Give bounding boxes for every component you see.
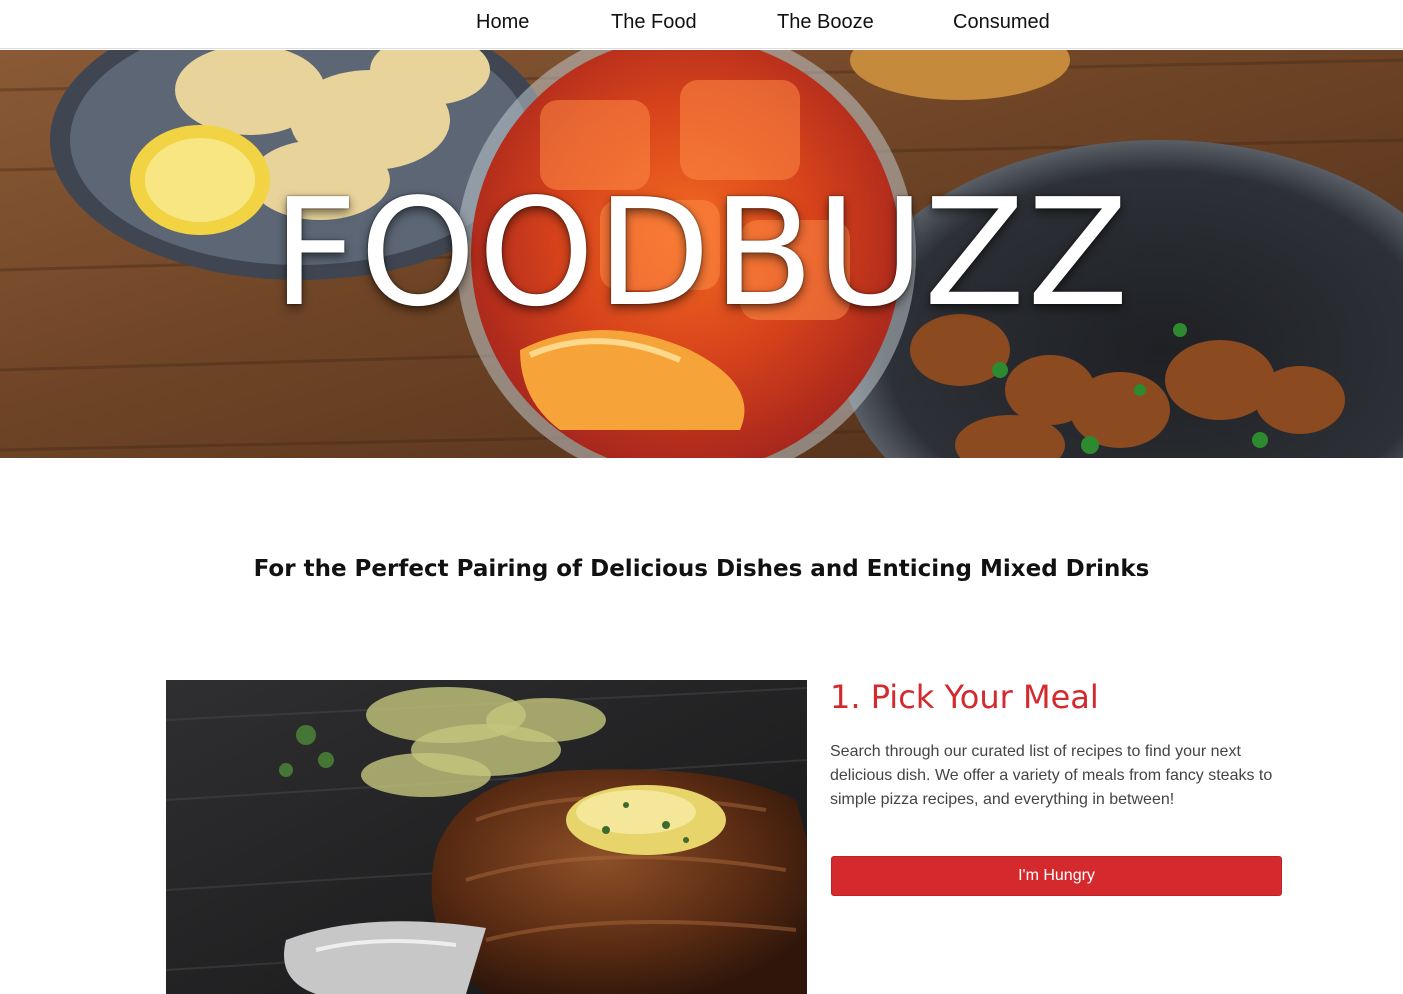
im-hungry-button[interactable]: I'm Hungry: [831, 856, 1282, 896]
feature-description: Search through our curated list of recip…: [830, 743, 1273, 808]
nav-link-the-food[interactable]: The Food: [611, 11, 697, 34]
steak-image: [166, 680, 807, 994]
feature-heading: 1. Pick Your Meal: [830, 678, 1099, 716]
hero-banner: FOODBUZZ: [0, 50, 1403, 458]
hero-title: FOODBUZZ: [272, 167, 1131, 339]
tagline: For the Perfect Pairing of Delicious Dis…: [253, 556, 1150, 582]
steak-photo-illustration: [166, 680, 807, 994]
nav-link-the-booze[interactable]: The Booze: [777, 11, 874, 34]
nav-link-consumed[interactable]: Consumed: [953, 11, 1050, 34]
nav-link-home[interactable]: Home: [476, 11, 529, 34]
top-navigation: Home The Food The Booze Consumed: [0, 0, 1403, 49]
